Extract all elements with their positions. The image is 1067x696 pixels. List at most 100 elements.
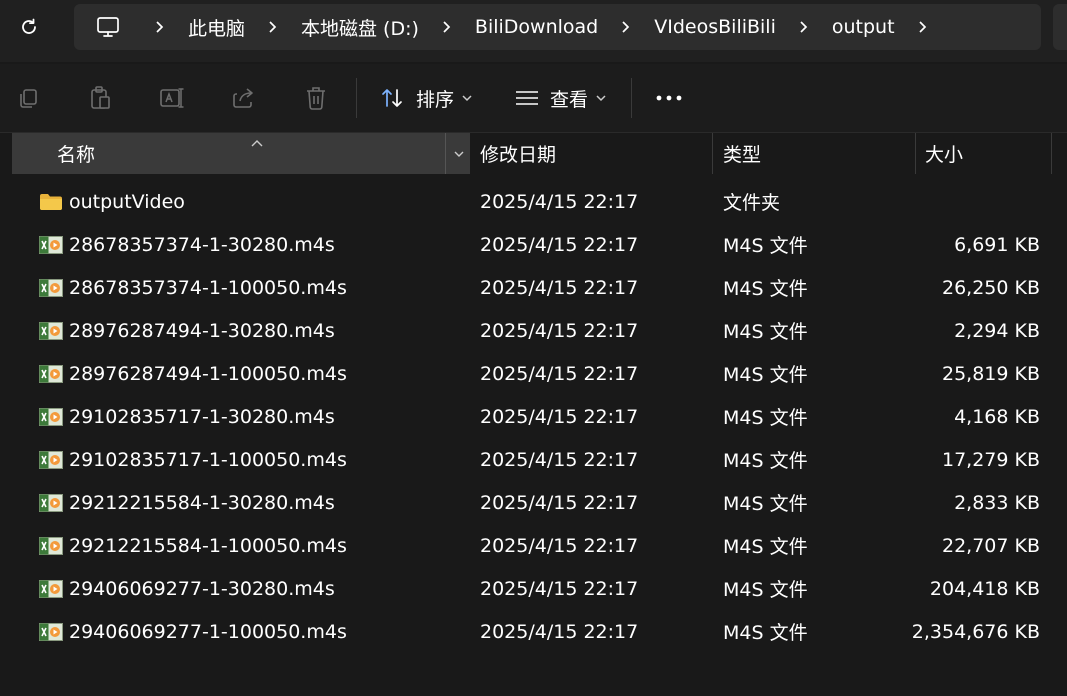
refresh-button[interactable] xyxy=(14,12,44,42)
refresh-icon xyxy=(22,18,36,34)
file-date: 2025/4/15 22:17 xyxy=(480,362,639,385)
file-name-cell[interactable]: 28678357374-1-30280.m4s xyxy=(39,234,335,256)
file-name: 29406069277-1-30280.m4s xyxy=(69,577,335,600)
column-header-size[interactable]: 大小 xyxy=(925,133,963,174)
file-name-cell[interactable]: 28976287494-1-30280.m4s xyxy=(39,320,335,342)
m4s-file-icon xyxy=(39,449,63,471)
file-size: 17,279 KB xyxy=(941,448,1040,471)
file-row[interactable]: 29406069277-1-30280.m4s 2025/4/15 22:17 M4… xyxy=(12,567,1055,610)
breadcrumb-output[interactable]: output xyxy=(832,16,895,38)
file-name-cell[interactable]: 29406069277-1-30280.m4s xyxy=(39,578,335,600)
file-name-cell[interactable]: outputVideo xyxy=(39,191,185,213)
file-size: 4,168 KB xyxy=(954,405,1040,428)
file-row[interactable]: 29212215584-1-30280.m4s 2025/4/15 22:17 M4… xyxy=(12,481,1055,524)
file-type: M4S 文件 xyxy=(723,364,808,386)
column-header-date[interactable]: 修改日期 xyxy=(480,133,556,174)
chevron-down-icon xyxy=(454,151,463,157)
breadcrumb-this-pc[interactable]: 此电脑 xyxy=(188,14,245,41)
column-header-name[interactable]: 名称 xyxy=(12,133,470,174)
file-size: 2,833 KB xyxy=(954,491,1040,514)
chevron-right-icon[interactable] xyxy=(913,20,933,34)
file-size: 6,691 KB xyxy=(954,233,1040,256)
m4s-file-icon xyxy=(39,320,63,342)
sort-button[interactable]: 排序 xyxy=(380,81,472,115)
file-size: 2,354,676 KB xyxy=(911,620,1040,643)
folder-icon xyxy=(39,191,63,213)
column-header-type[interactable]: 类型 xyxy=(723,133,761,174)
file-size: 22,707 KB xyxy=(941,534,1040,557)
file-name: 28976287494-1-30280.m4s xyxy=(69,319,335,342)
file-row[interactable]: 29102835717-1-100050.m4s 2025/4/15 22:17 M… xyxy=(12,438,1055,481)
column-type-label: 类型 xyxy=(723,144,762,166)
breadcrumb-local-disk-d[interactable]: 本地磁盘 (D:) xyxy=(301,14,419,41)
file-size: 2,294 KB xyxy=(954,319,1040,342)
search-box-edge[interactable] xyxy=(1053,4,1067,50)
file-type: M4S 文件 xyxy=(723,579,808,601)
m4s-file-icon xyxy=(39,406,63,428)
folder-row[interactable]: outputVideo 2025/4/15 22:17 文件夹 xyxy=(12,180,1055,223)
file-date: 2025/4/15 22:17 xyxy=(480,448,639,471)
file-type: M4S 文件 xyxy=(723,450,808,472)
address-bar[interactable]: 此电脑 本地磁盘 (D:) BiliDownload VIdeosBiliBil… xyxy=(74,4,1041,50)
chevron-right-icon[interactable] xyxy=(794,20,814,34)
file-type: 文件夹 xyxy=(723,192,781,214)
file-size: 26,250 KB xyxy=(941,276,1040,299)
sort-ascending-icon xyxy=(250,131,264,153)
m4s-file-icon xyxy=(39,535,63,557)
view-button[interactable]: 查看 xyxy=(514,81,606,115)
file-name: 29212215584-1-30280.m4s xyxy=(69,491,335,514)
file-name-cell[interactable]: 29212215584-1-100050.m4s xyxy=(39,535,347,557)
file-name: 29102835717-1-30280.m4s xyxy=(69,405,335,428)
file-type: M4S 文件 xyxy=(723,407,808,429)
file-name: 28678357374-1-30280.m4s xyxy=(69,233,335,256)
file-name: 28976287494-1-100050.m4s xyxy=(69,362,347,385)
paste-icon[interactable] xyxy=(86,84,114,112)
rename-icon[interactable] xyxy=(158,84,186,112)
copy-icon[interactable] xyxy=(14,84,42,112)
column-name-label: 名称 xyxy=(57,144,96,166)
file-name-cell[interactable]: 29406069277-1-100050.m4s xyxy=(39,621,347,643)
file-row[interactable]: 28678357374-1-100050.m4s 2025/4/15 22:17 M… xyxy=(12,266,1055,309)
file-row[interactable]: 28976287494-1-100050.m4s 2025/4/15 22:17 M… xyxy=(12,352,1055,395)
file-date: 2025/4/15 22:17 xyxy=(480,190,639,213)
file-list: 名称 修改日期 类型 大小 outputVideo 2025/4/15 22:17… xyxy=(0,133,1067,696)
file-row[interactable]: 29406069277-1-100050.m4s 2025/4/15 22:17 M… xyxy=(12,610,1055,653)
file-row[interactable]: 29102835717-1-30280.m4s 2025/4/15 22:17 M4… xyxy=(12,395,1055,438)
chevron-right-icon[interactable] xyxy=(263,20,283,34)
file-row[interactable]: 29212215584-1-100050.m4s 2025/4/15 22:17 M… xyxy=(12,524,1055,567)
file-name-cell[interactable]: 29212215584-1-30280.m4s xyxy=(39,492,335,514)
file-name-cell[interactable]: 29102835717-1-100050.m4s xyxy=(39,449,347,471)
m4s-file-icon xyxy=(39,363,63,385)
column-divider[interactable] xyxy=(915,133,916,174)
file-date: 2025/4/15 22:17 xyxy=(480,233,639,256)
file-name-cell[interactable]: 29102835717-1-30280.m4s xyxy=(39,406,335,428)
column-filter-dropdown[interactable] xyxy=(445,133,471,174)
toolbar-divider xyxy=(356,78,357,118)
file-size: 25,819 KB xyxy=(941,362,1040,385)
file-rows: outputVideo 2025/4/15 22:17 文件夹 28678357374… xyxy=(12,180,1055,653)
file-type: M4S 文件 xyxy=(723,321,808,343)
share-icon[interactable] xyxy=(230,84,258,112)
more-options-button[interactable] xyxy=(652,86,686,110)
file-row[interactable]: 28976287494-1-30280.m4s 2025/4/15 22:17 M4… xyxy=(12,309,1055,352)
column-divider[interactable] xyxy=(712,133,713,174)
file-name: 29102835717-1-100050.m4s xyxy=(69,448,347,471)
m4s-file-icon xyxy=(39,277,63,299)
chevron-right-icon[interactable] xyxy=(150,20,170,34)
address-bar-region: 此电脑 本地磁盘 (D:) BiliDownload VIdeosBiliBil… xyxy=(0,0,1067,62)
breadcrumb-bilidownload[interactable]: BiliDownload xyxy=(475,16,598,38)
file-row[interactable]: 28678357374-1-30280.m4s 2025/4/15 22:17 M4… xyxy=(12,223,1055,266)
column-size-label: 大小 xyxy=(925,144,964,166)
file-name-cell[interactable]: 28678357374-1-100050.m4s xyxy=(39,277,347,299)
column-divider[interactable] xyxy=(1051,133,1052,174)
this-pc-icon[interactable] xyxy=(94,13,122,41)
view-label: 查看 xyxy=(550,88,589,111)
chevron-down-icon xyxy=(462,94,472,102)
breadcrumb-videosbilibili[interactable]: VIdeosBiliBili xyxy=(654,16,776,38)
chevron-right-icon[interactable] xyxy=(437,20,457,34)
delete-icon[interactable] xyxy=(302,84,330,112)
file-name-cell[interactable]: 28976287494-1-100050.m4s xyxy=(39,363,347,385)
view-list-icon xyxy=(514,85,540,111)
file-size: 204,418 KB xyxy=(929,577,1040,600)
chevron-right-icon[interactable] xyxy=(616,20,636,34)
